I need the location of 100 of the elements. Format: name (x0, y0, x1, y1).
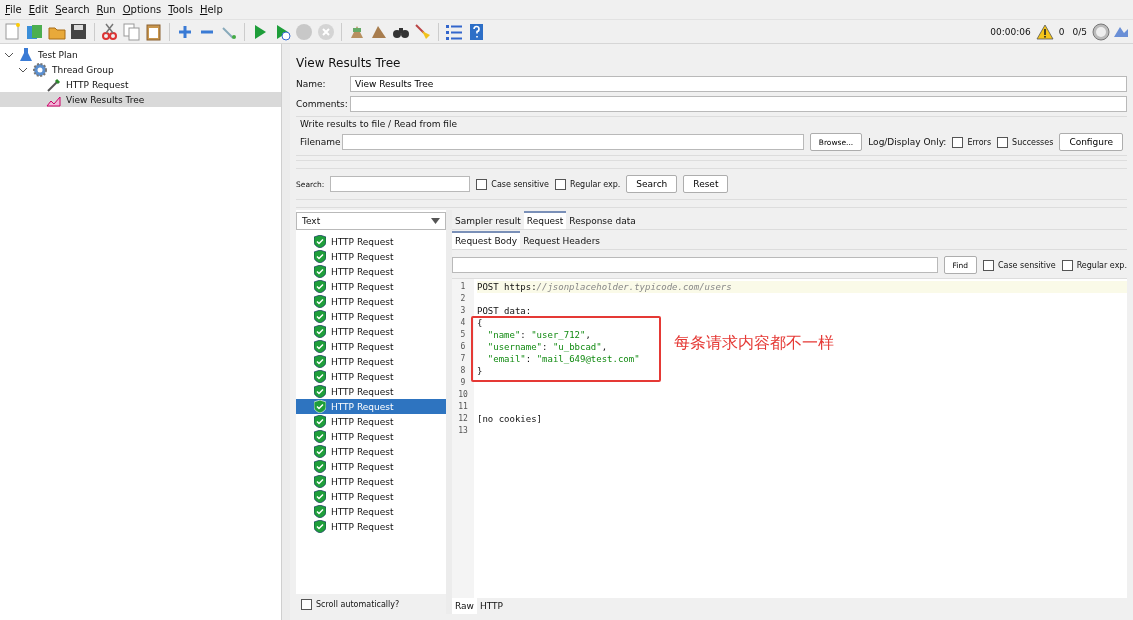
line-number: 11 (457, 401, 469, 413)
shield-check-icon (314, 430, 326, 443)
tree-item[interactable]: View Results Tree (0, 92, 281, 107)
shield-check-icon (314, 505, 326, 518)
line-number: 10 (457, 389, 469, 401)
menu-item[interactable]: File (3, 4, 27, 15)
line-number: 6 (459, 341, 467, 353)
splitter-handle[interactable] (446, 210, 452, 614)
shield-check-icon (314, 295, 326, 308)
shield-check-icon (314, 460, 326, 473)
checkbox[interactable] (982, 259, 994, 271)
shield-check-icon (314, 520, 326, 533)
log-display-label: Log/Display Only: (868, 137, 947, 147)
tab[interactable]: Sampler result (452, 213, 524, 229)
result-item[interactable]: HTTP Request (296, 279, 446, 294)
line-number: 8 (459, 365, 467, 377)
tab[interactable]: Request (523, 211, 567, 229)
result-item[interactable]: HTTP Request (296, 429, 446, 444)
filename-field[interactable] (342, 134, 804, 150)
tree-item[interactable]: Thread Group (0, 62, 281, 77)
shield-check-icon (314, 355, 326, 368)
shield-check-icon (314, 340, 326, 353)
tree-item[interactable]: Test Plan (0, 47, 281, 62)
find-field[interactable] (452, 257, 938, 273)
line-number: 5 (459, 329, 467, 341)
caret-icon (431, 218, 440, 224)
result-item[interactable]: HTTP Request (296, 249, 446, 264)
result-item[interactable]: HTTP Request (296, 474, 446, 489)
code-line: POST data: (477, 306, 532, 316)
result-item[interactable]: HTTP Request (296, 384, 446, 399)
code-line: "name": "user_712", (486, 330, 591, 340)
code-line: POST https://jsonplaceholder.typicode.com/users (477, 282, 732, 292)
code-line: } (477, 366, 483, 376)
flask-icon (18, 46, 34, 63)
checkbox-label: Case sensitive (491, 179, 549, 189)
result-item[interactable]: HTTP Request (296, 459, 446, 474)
reset-button[interactable]: Reset (683, 175, 729, 193)
tree-item[interactable]: HTTP Request (0, 77, 281, 92)
field-label: Name: (296, 79, 327, 89)
checkbox-label: Regular exp. (1076, 260, 1127, 270)
result-item[interactable]: HTTP Request (296, 354, 446, 369)
name-field[interactable]: View Results Tree (350, 76, 1127, 92)
shield-check-icon (314, 490, 326, 503)
result-item[interactable]: HTTP Request (296, 309, 446, 324)
shield-check-icon (314, 400, 326, 413)
shield-check-icon (314, 265, 326, 278)
result-item[interactable]: HTTP Request (296, 414, 446, 429)
result-item[interactable]: HTTP Request (296, 294, 446, 309)
result-item[interactable]: HTTP Request (296, 489, 446, 504)
copy-icon[interactable] (122, 21, 142, 42)
checkbox[interactable] (555, 178, 566, 190)
menu-item[interactable]: Run (94, 4, 121, 15)
result-item[interactable]: HTTP Request (296, 444, 446, 459)
save-icon[interactable] (69, 21, 89, 42)
result-item[interactable]: HTTP Request (296, 324, 446, 339)
renderer-dropdown[interactable]: Text (296, 212, 446, 230)
shield-check-icon (314, 370, 326, 383)
result-item[interactable]: HTTP Request (296, 369, 446, 384)
shield-check-icon (314, 385, 326, 398)
warning-count: 0 (1058, 26, 1065, 37)
tab[interactable]: Response data (566, 213, 639, 229)
line-number: 3 (459, 305, 467, 317)
thread-count: 0/5 (1072, 26, 1087, 37)
result-item[interactable]: HTTP Request (296, 234, 446, 249)
comments-field[interactable] (350, 96, 1127, 112)
checkbox[interactable] (952, 136, 964, 148)
line-number: 7 (459, 353, 467, 365)
line-number: 4 (459, 317, 467, 329)
code-line: [no cookies] (477, 414, 543, 424)
shield-check-icon (314, 280, 326, 293)
clipboard-icon[interactable] (144, 21, 164, 42)
gear-icon (32, 61, 48, 78)
tab[interactable]: Request Headers (520, 233, 604, 249)
checkbox[interactable] (301, 598, 312, 610)
menu-item[interactable]: Edit (26, 4, 54, 15)
menu-item[interactable]: Search (53, 4, 95, 15)
result-item[interactable]: HTTP Request (296, 504, 446, 519)
code-line: "email": "mail_649@test.com" (486, 354, 640, 364)
checkbox-label: Scroll automatically? (316, 599, 400, 609)
configure-button[interactable]: Configure (1059, 133, 1123, 151)
search-field[interactable] (330, 176, 471, 192)
scissors-icon[interactable] (100, 21, 120, 42)
checkbox[interactable] (997, 136, 1009, 148)
result-item[interactable]: HTTP Request (296, 339, 446, 354)
shield-check-icon (314, 415, 326, 428)
menu-item[interactable]: Help (197, 4, 228, 15)
checkbox[interactable] (476, 178, 488, 190)
result-item[interactable]: HTTP Request (296, 264, 446, 279)
panel-title: View Results Tree (296, 55, 402, 72)
splitter-handle[interactable] (282, 44, 290, 620)
tab[interactable]: Request Body (452, 231, 521, 249)
code-line: { (477, 318, 483, 328)
menu-item[interactable]: Options (120, 4, 167, 15)
checkbox[interactable] (1061, 259, 1073, 271)
menu-item[interactable]: Tools (166, 4, 198, 15)
search-button[interactable]: Search (626, 175, 678, 193)
tab[interactable]: HTTP (476, 598, 506, 614)
line-number: 1 (459, 281, 467, 293)
result-item[interactable]: HTTP Request (296, 399, 446, 414)
result-item[interactable]: HTTP Request (296, 519, 446, 534)
